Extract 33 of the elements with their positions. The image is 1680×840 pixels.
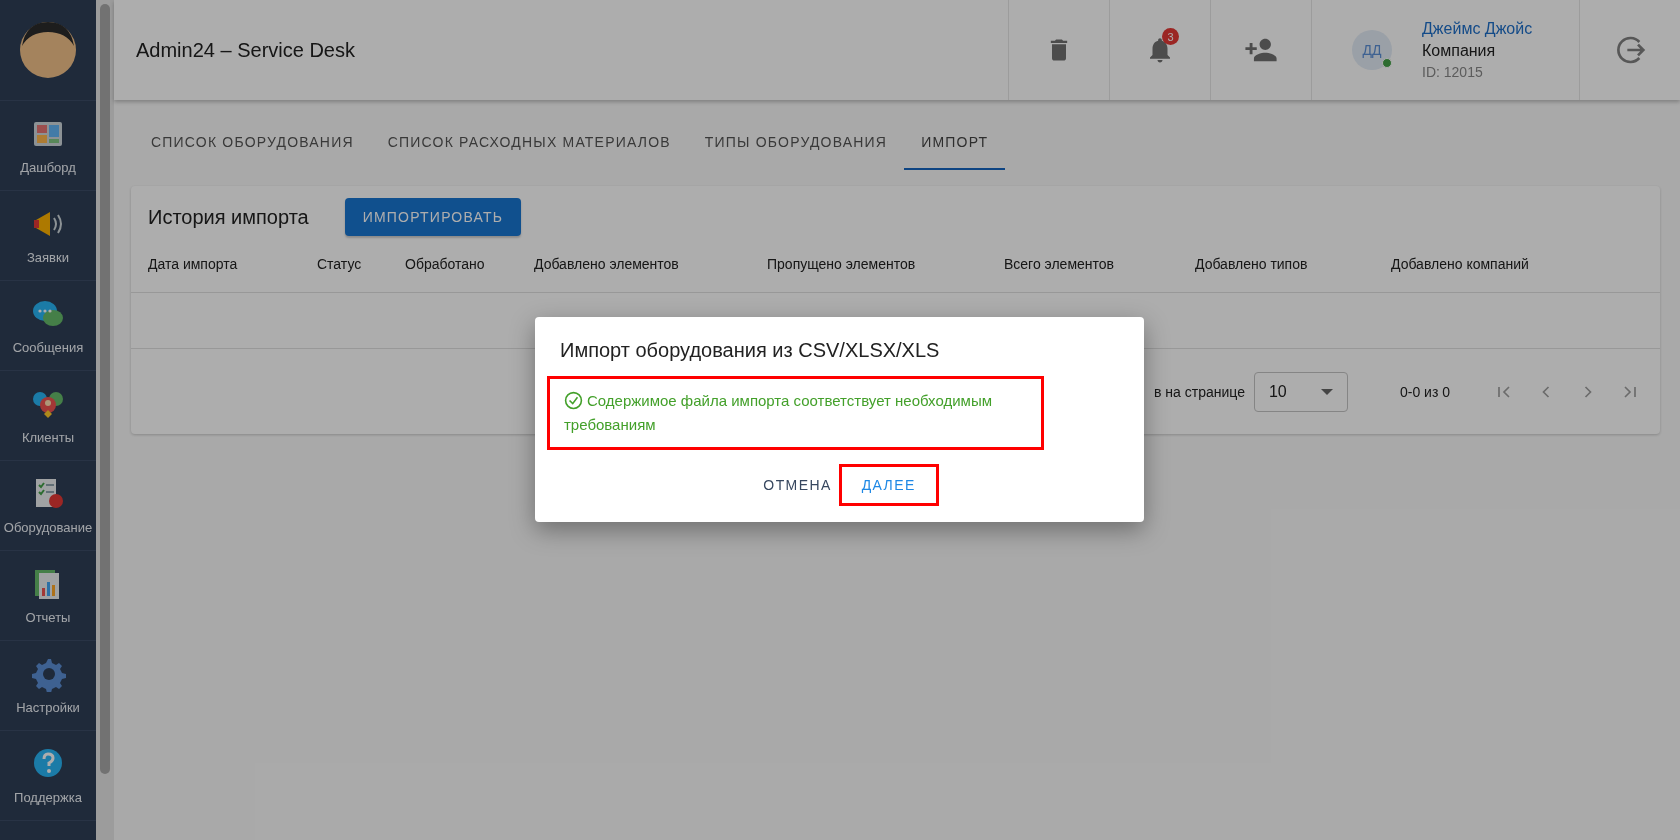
user-name[interactable]: Джеймс Джойс	[1422, 20, 1533, 38]
tab[interactable]: ТИПЫ ОБОРУДОВАНИЯ	[687, 114, 905, 170]
logout-icon	[1614, 34, 1646, 66]
app-title: Admin24 – Service Desk	[136, 38, 355, 62]
column-header[interactable]: Всего элементов	[1004, 256, 1195, 272]
tab[interactable]: ИМПОРТ	[904, 114, 1006, 170]
column-header[interactable]: Статус	[317, 256, 405, 272]
column-header[interactable]: Добавлено элементов	[534, 256, 767, 272]
column-header[interactable]: Добавлено типов	[1195, 256, 1391, 272]
import-button[interactable]: ИМПОРТИРОВАТЬ	[344, 198, 522, 236]
column-header[interactable]: Пропущено элементов	[767, 256, 1004, 272]
success-message-text: Содержимое файла импорта соответствует необходимым требованиям	[564, 390, 993, 435]
notifications-button[interactable]: 3	[1109, 0, 1210, 100]
column-header[interactable]: Добавлено компаний	[1391, 256, 1643, 272]
column-header[interactable]: Обработано	[405, 256, 534, 272]
tab[interactable]: СПИСОК ОБОРУДОВАНИЯ	[134, 114, 371, 170]
rows-per-page-select[interactable]: 10	[1253, 371, 1348, 412]
dialog-title: Импорт оборудования из CSV/XLSX/XLS	[559, 339, 941, 362]
cancel-button[interactable]: ОТМЕНА	[740, 464, 839, 506]
sidebar-item-icon	[30, 656, 66, 692]
column-header[interactable]: Дата импорта	[148, 256, 317, 272]
avatar-icon	[18, 20, 78, 80]
notification-badge: 3	[1162, 28, 1179, 45]
card-title: История импорта	[148, 205, 309, 229]
next-button[interactable]: ДАЛЕЕ	[838, 464, 939, 506]
page-range: 0-0 из 0	[1399, 383, 1450, 400]
tab[interactable]: СПИСОК РАСХОДНЫХ МАТЕРИАЛОВ	[370, 114, 688, 170]
rows-per-page-label: в на странице	[1154, 383, 1245, 400]
dropdown-caret-icon	[1320, 388, 1333, 395]
check-circle-icon	[564, 391, 583, 410]
user-id: ID: 12015	[1422, 64, 1484, 80]
scrollbar-thumb[interactable]	[100, 4, 110, 774]
company-name: Компания	[1422, 42, 1497, 60]
